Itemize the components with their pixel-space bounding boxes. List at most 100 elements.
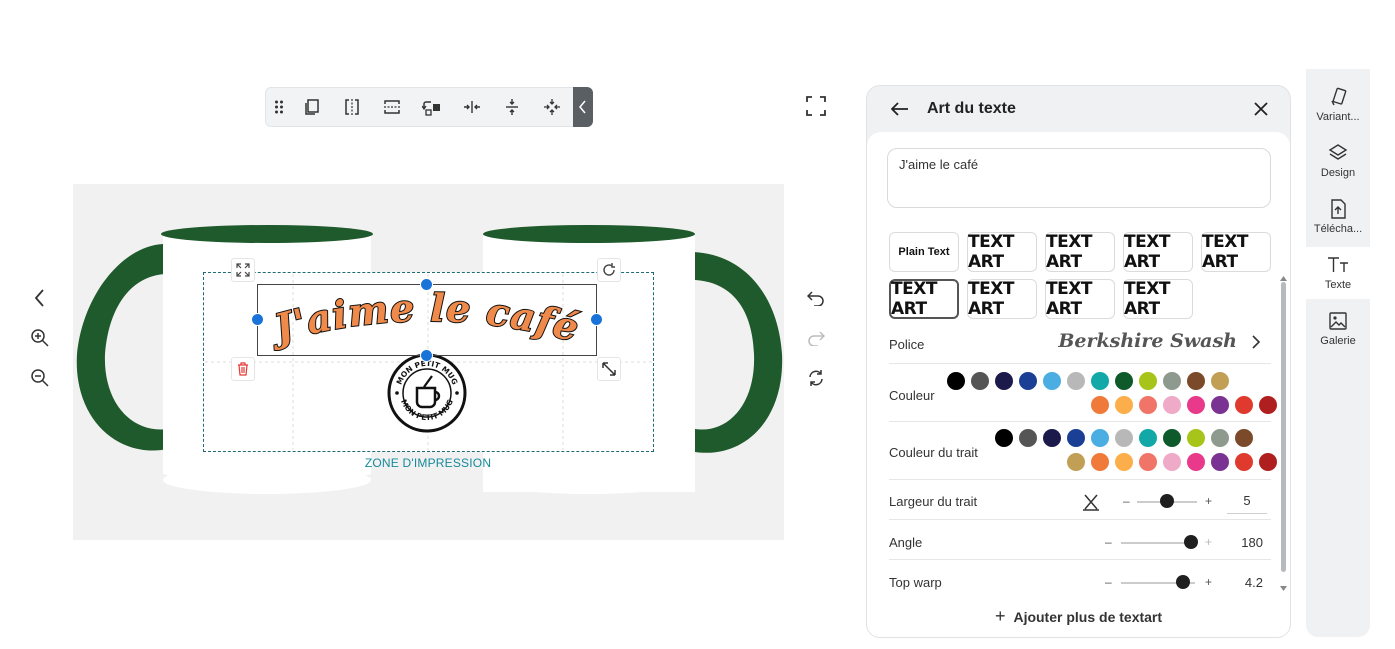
nav-text[interactable]: Texte <box>1306 247 1370 299</box>
zoom-in-button[interactable] <box>29 327 51 349</box>
rotate-view-button[interactable] <box>805 367 827 389</box>
stroke-color-swatch[interactable] <box>1163 453 1181 471</box>
scroll-down-icon[interactable] <box>1280 586 1287 591</box>
scroll-up-icon[interactable] <box>1280 276 1287 281</box>
selection-handle-left[interactable] <box>251 313 264 326</box>
color-swatch[interactable] <box>1139 396 1157 414</box>
center-horizontal-button[interactable] <box>452 88 492 126</box>
stroke-width-minus[interactable]: – <box>1123 494 1130 508</box>
no-stroke-icon[interactable] <box>1081 492 1101 512</box>
center-vertical-button[interactable] <box>492 88 532 126</box>
color-swatch[interactable] <box>1115 396 1133 414</box>
flip-vertical-button[interactable] <box>372 88 412 126</box>
top-warp-value[interactable]: 4.2 <box>1219 575 1263 590</box>
stroke-width-plus[interactable]: + <box>1205 494 1212 508</box>
color-swatch[interactable] <box>1163 372 1181 390</box>
zoom-out-button[interactable] <box>29 367 51 389</box>
color-swatch[interactable] <box>1091 396 1109 414</box>
nav-variant[interactable]: Variant... <box>1306 83 1370 135</box>
close-icon[interactable] <box>1252 100 1270 118</box>
drag-handle-icon[interactable] <box>266 88 292 126</box>
undo-button[interactable] <box>805 287 827 309</box>
selection-handle-bottom[interactable] <box>420 349 433 362</box>
color-swatch[interactable] <box>1067 372 1085 390</box>
color-swatch[interactable] <box>1043 372 1061 390</box>
color-swatch[interactable] <box>1235 396 1253 414</box>
stroke-color-swatch[interactable] <box>1115 453 1133 471</box>
color-swatch[interactable] <box>995 372 1013 390</box>
stroke-color-swatch[interactable] <box>1139 429 1157 447</box>
color-swatch[interactable] <box>1019 372 1037 390</box>
delete-button[interactable] <box>231 357 255 381</box>
style-text-art-3[interactable]: TEXT ART <box>1123 232 1193 272</box>
stroke-color-swatch[interactable] <box>1067 429 1085 447</box>
nav-upload[interactable]: Télécha... <box>1306 195 1370 247</box>
redo-button[interactable] <box>805 327 827 349</box>
back-arrow-icon[interactable] <box>891 102 909 116</box>
color-swatch[interactable] <box>1187 396 1205 414</box>
angle-slider[interactable] <box>1121 542 1191 544</box>
stroke-color-swatch[interactable] <box>1019 429 1037 447</box>
center-both-button[interactable] <box>532 88 572 126</box>
selection-handle-top[interactable] <box>420 278 433 291</box>
style-text-art-1[interactable]: TEXT ART <box>967 232 1037 272</box>
style-text-art-4[interactable]: TEXT ART <box>1201 232 1271 272</box>
angle-knob[interactable] <box>1184 535 1198 549</box>
angle-minus[interactable]: – <box>1105 535 1112 549</box>
stroke-color-swatch[interactable] <box>1043 429 1061 447</box>
color-swatch[interactable] <box>1139 372 1157 390</box>
style-text-art-8[interactable]: TEXT ART <box>1123 279 1193 319</box>
top-warp-plus[interactable]: + <box>1205 575 1212 589</box>
rotate-handle[interactable] <box>597 258 621 282</box>
stroke-width-knob[interactable] <box>1160 494 1174 508</box>
nav-design[interactable]: Design <box>1306 139 1370 191</box>
design-text-art[interactable]: J'aime le café <box>259 290 595 354</box>
expand-button[interactable] <box>231 258 255 282</box>
style-text-art-6[interactable]: TEXT ART <box>967 279 1037 319</box>
stroke-color-swatch[interactable] <box>1259 453 1277 471</box>
replace-button[interactable] <box>412 88 452 126</box>
font-row[interactable]: Police Berkshire Swash <box>889 328 1271 364</box>
stroke-color-swatch[interactable] <box>1187 429 1205 447</box>
stroke-color-swatch[interactable] <box>1235 453 1253 471</box>
stroke-color-swatch[interactable] <box>1091 453 1109 471</box>
color-swatch[interactable] <box>971 372 989 390</box>
style-text-art-2[interactable]: TEXT ART <box>1045 232 1115 272</box>
resize-handle[interactable] <box>597 357 621 381</box>
color-swatch[interactable] <box>1211 372 1229 390</box>
angle-plus[interactable]: + <box>1205 535 1212 549</box>
stroke-color-swatch[interactable] <box>1211 453 1229 471</box>
fullscreen-button[interactable] <box>806 96 826 116</box>
top-warp-knob[interactable] <box>1176 575 1191 589</box>
selection-handle-right[interactable] <box>590 313 603 326</box>
previous-view-button[interactable] <box>29 287 51 309</box>
angle-value[interactable]: 180 <box>1219 535 1263 550</box>
stroke-color-swatch[interactable] <box>1115 429 1133 447</box>
stroke-color-swatch[interactable] <box>1235 429 1253 447</box>
color-swatch[interactable] <box>1259 396 1277 414</box>
color-swatch[interactable] <box>1091 372 1109 390</box>
style-plain-text[interactable]: Plain Text <box>889 232 959 272</box>
panel-scrollbar[interactable] <box>1281 282 1286 572</box>
duplicate-button[interactable] <box>292 88 332 126</box>
stroke-color-swatch[interactable] <box>1067 453 1085 471</box>
color-swatch[interactable] <box>947 372 965 390</box>
top-warp-minus[interactable]: – <box>1105 575 1112 589</box>
color-swatch[interactable] <box>1115 372 1133 390</box>
flip-horizontal-button[interactable] <box>332 88 372 126</box>
add-text-art-button[interactable]: + Ajouter plus de textart <box>867 606 1290 627</box>
stroke-color-swatch[interactable] <box>995 429 1013 447</box>
nav-gallery[interactable]: Galerie <box>1306 307 1370 359</box>
color-swatch[interactable] <box>1211 396 1229 414</box>
collapse-toolbar-button[interactable] <box>573 87 593 127</box>
color-swatch[interactable] <box>1163 396 1181 414</box>
stroke-color-swatch[interactable] <box>1091 429 1109 447</box>
stroke-width-value[interactable]: 5 <box>1227 488 1267 514</box>
stroke-color-swatch[interactable] <box>1211 429 1229 447</box>
style-text-art-5[interactable]: TEXT ART <box>889 279 959 319</box>
text-art-input[interactable] <box>887 148 1271 208</box>
style-text-art-7[interactable]: TEXT ART <box>1045 279 1115 319</box>
stroke-color-swatch[interactable] <box>1163 429 1181 447</box>
stroke-color-swatch[interactable] <box>1139 453 1157 471</box>
stroke-color-swatch[interactable] <box>1187 453 1205 471</box>
